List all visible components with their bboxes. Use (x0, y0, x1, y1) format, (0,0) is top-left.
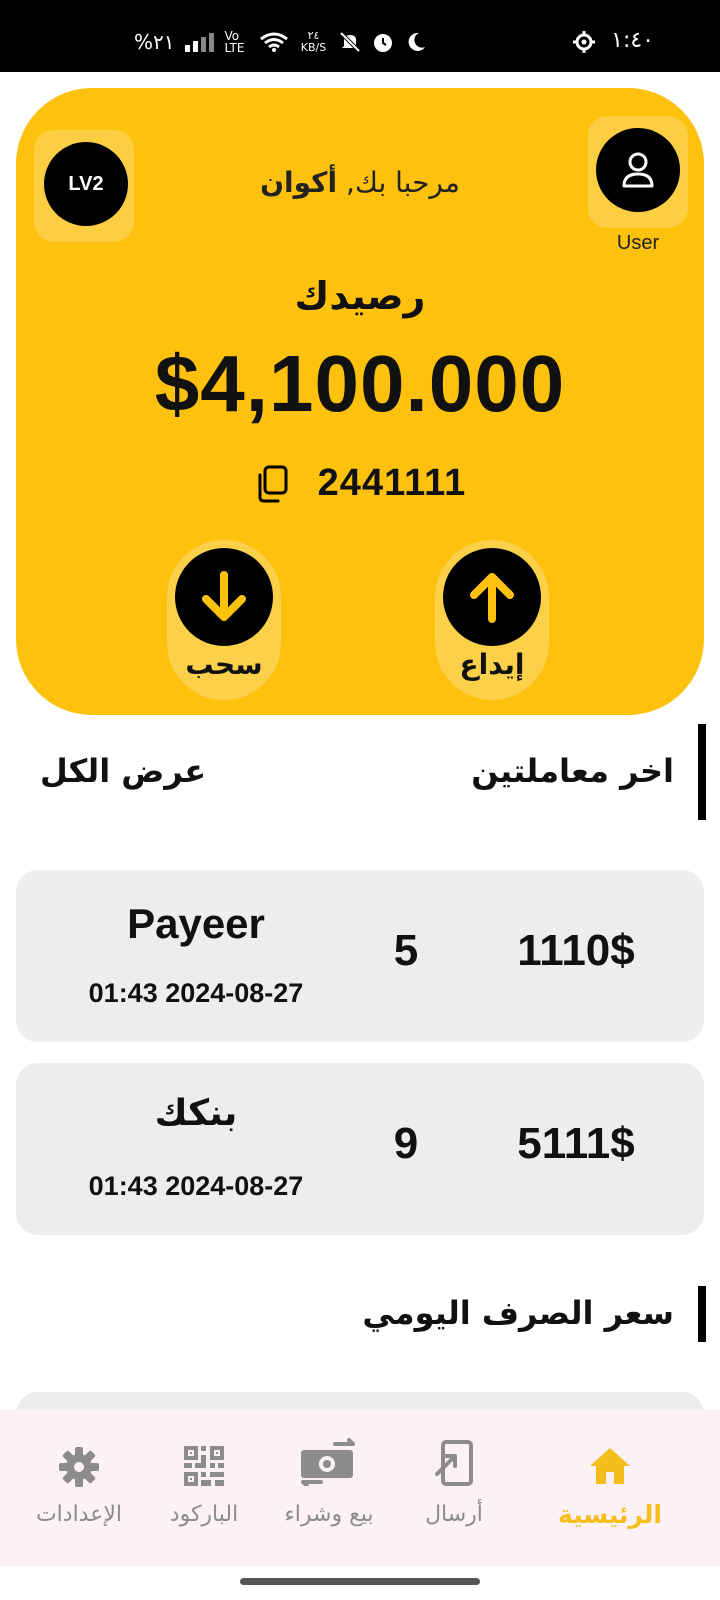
transaction-datetime: 01:43 2024-08-27 (88, 1171, 304, 1201)
transaction-row[interactable]: بنكك 01:43 2024-08-27 9 5111$ (16, 1063, 704, 1235)
balance-amount: $4,100.000 (154, 339, 566, 428)
user-profile-button[interactable] (588, 116, 688, 228)
money-exchange-icon (301, 1438, 355, 1486)
nav-buy-sell-label: بيع وشراء (284, 1502, 374, 1527)
section-accent-bar (698, 724, 706, 820)
greeting-prefix: مرحبا بك, (345, 166, 460, 199)
exchange-header: سعر الصرف اليومي (0, 1286, 720, 1342)
account-row: 2441111 (16, 462, 704, 505)
transactions-title: اخر معاملتين (471, 752, 674, 790)
nav-settings-label: الإعدادات (35, 1502, 123, 1527)
transactions-header: اخر معاملتين عرض الكل (0, 724, 720, 820)
deposit-circle (443, 548, 541, 646)
deposit-button[interactable]: إيداع (435, 540, 549, 700)
nav-home[interactable]: الرئيسية (540, 1410, 680, 1566)
section-accent-bar (698, 1286, 706, 1342)
transaction-amount: 1110$ (517, 926, 635, 975)
battery-percent: %٢١ (134, 30, 175, 54)
user-label: User (616, 232, 660, 254)
settings-status-icon (573, 31, 595, 53)
gear-icon (59, 1447, 99, 1487)
account-number: 2441111 (317, 462, 467, 504)
status-time: ١:٤٠ (611, 28, 654, 53)
qr-code-icon (184, 1446, 224, 1486)
user-name: أكوان (260, 166, 338, 199)
moon-icon (408, 32, 425, 51)
transaction-row[interactable]: Payeer 01:43 2024-08-27 5 1110$ (16, 870, 704, 1042)
nav-send-label: أرسال (425, 1502, 483, 1527)
transaction-method: بنكك (154, 1093, 238, 1134)
bottom-nav: الإعدادات الباركود بيع وشراء أرسال الرئي… (0, 1410, 720, 1566)
home-indicator (240, 1578, 480, 1585)
balance-card: LV2 مرحبا بك, أكوان User رصيدك $4,100.00… (16, 88, 704, 715)
status-left-group: %٢١ Vo LTE ٢٤ KB/S (134, 30, 427, 54)
deposit-label: إيداع (459, 648, 525, 681)
send-icon (435, 1440, 473, 1486)
nav-barcode-label: الباركود (169, 1502, 239, 1527)
transaction-method: Payeer (127, 900, 265, 947)
avatar (596, 128, 680, 212)
nav-home-label: الرئيسية (558, 1500, 662, 1529)
transaction-count: 5 (393, 926, 419, 975)
nav-send[interactable]: أرسال (384, 1410, 524, 1566)
signal-icon (184, 33, 214, 52)
withdraw-button[interactable]: سحب (167, 540, 281, 700)
status-bar: %٢١ Vo LTE ٢٤ KB/S ١:٤٠ (0, 0, 720, 72)
transaction-datetime: 01:43 2024-08-27 (88, 978, 304, 1008)
arrow-up-icon (470, 573, 514, 623)
nav-buy-sell[interactable]: بيع وشراء (259, 1410, 399, 1566)
transaction-count: 9 (393, 1119, 419, 1168)
exchange-title: سعر الصرف اليومي (362, 1294, 674, 1332)
nav-settings[interactable]: الإعدادات (9, 1410, 149, 1566)
transaction-amount: 5111$ (517, 1119, 635, 1168)
copy-icon[interactable] (254, 464, 290, 504)
arrow-down-icon (202, 571, 246, 621)
balance-label: رصيدك (294, 274, 426, 318)
nav-barcode[interactable]: الباركود (134, 1410, 274, 1566)
wifi-icon (259, 32, 288, 52)
home-icon (590, 1448, 630, 1484)
view-all-link[interactable]: عرض الكل (40, 752, 206, 790)
user-icon (622, 152, 654, 188)
data-speed: ٢٤ KB/S (300, 29, 327, 54)
withdraw-label: سحب (185, 648, 263, 681)
mute-icon (339, 31, 360, 53)
alarm-icon (373, 34, 392, 52)
network-type: Vo LTE (224, 29, 245, 55)
withdraw-circle (175, 548, 273, 646)
